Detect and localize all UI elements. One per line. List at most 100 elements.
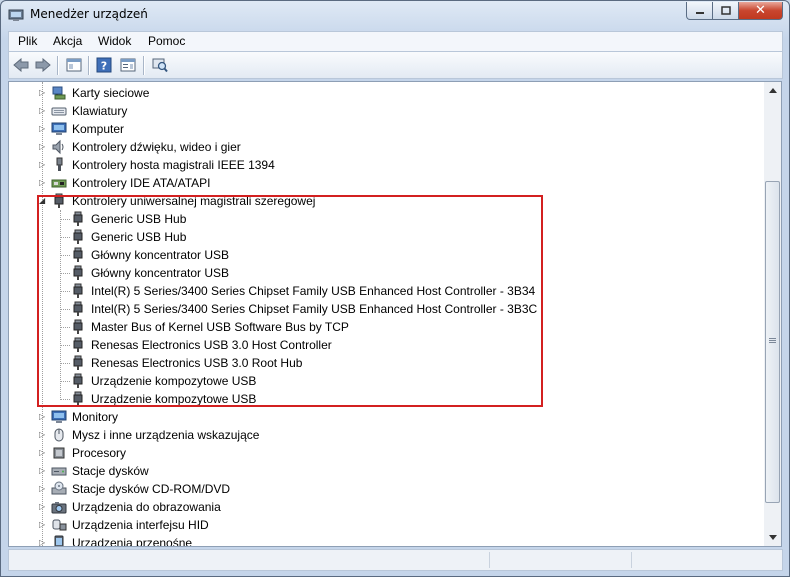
usb-plug-icon <box>73 355 83 370</box>
collapse-arrow-icon[interactable]: ◢ <box>39 197 46 205</box>
expand-arrow-icon[interactable]: ▷ <box>39 143 46 151</box>
title-bar[interactable]: Menedżer urządzeń ✕ <box>1 1 789 29</box>
tree-item-label: Kontrolery dźwięku, wideo i gier <box>72 140 241 154</box>
usb-plug-icon <box>73 373 83 388</box>
usb-device-item[interactable]: Urządzenie kompozytowe USB <box>9 372 769 390</box>
toolbar-separator <box>57 56 59 75</box>
usb-device-label: Generic USB Hub <box>91 230 187 244</box>
expand-arrow-icon[interactable]: ▷ <box>39 89 46 97</box>
usb-plug-icon <box>73 229 83 244</box>
tree-item-label: Kontrolery hosta magistrali IEEE 1394 <box>72 158 275 172</box>
tree-item-urzadzenia-hid[interactable]: ▷ Urządzenia interfejsu HID <box>9 516 769 534</box>
tree-connector-line <box>60 219 70 220</box>
expand-arrow-icon[interactable]: ▷ <box>39 521 46 529</box>
tree-item-komputer[interactable]: ▷ Komputer <box>9 120 769 138</box>
expand-arrow-icon[interactable]: ▷ <box>39 125 46 133</box>
tree-connector-line <box>60 381 70 382</box>
tree-item-stacje-cdrom[interactable]: ▷ Stacje dysków CD-ROM/DVD <box>9 480 769 498</box>
expand-arrow-icon[interactable]: ▷ <box>39 431 46 439</box>
usb-device-item[interactable]: Renesas Electronics USB 3.0 Root Hub <box>9 354 769 372</box>
tree-item-kontrolery-ide[interactable]: ▷ Kontrolery IDE ATA/ATAPI <box>9 174 769 192</box>
menu-akcja[interactable]: Akcja <box>53 34 82 48</box>
computer-icon <box>51 122 67 135</box>
device-tree[interactable]: ▷ Karty sieciowe ▷ Klawiatury ▷ Komputer… <box>8 81 771 547</box>
scrollbar-thumb[interactable] <box>765 181 780 503</box>
device-manager-app-icon <box>8 9 24 21</box>
show-hide-console-tree-button[interactable] <box>65 56 83 74</box>
usb-device-item[interactable]: Generic USB Hub <box>9 210 769 228</box>
tree-item-label: Stacje dysków <box>72 464 149 478</box>
expand-arrow-icon[interactable]: ▷ <box>39 503 46 511</box>
maximize-button[interactable] <box>713 2 739 20</box>
tree-item-label: Urządzenia do obrazowania <box>72 500 221 514</box>
usb-device-label: Generic USB Hub <box>91 212 187 226</box>
usb-device-item[interactable]: Master Bus of Kernel USB Software Bus by… <box>9 318 769 336</box>
menu-pomoc[interactable]: Pomoc <box>148 34 185 48</box>
camera-icon <box>51 502 67 514</box>
usb-plug-icon <box>73 337 83 352</box>
expand-arrow-icon[interactable]: ▷ <box>39 539 46 547</box>
tree-connector-line <box>60 327 70 328</box>
tree-connector-line <box>60 309 70 310</box>
forward-button[interactable] <box>34 56 52 74</box>
scroll-down-button[interactable] <box>764 529 781 546</box>
usb-device-item[interactable]: Główny koncentrator USB <box>9 246 769 264</box>
disk-drive-icon <box>51 467 67 476</box>
mouse-icon <box>54 428 64 442</box>
thumb-grip <box>769 340 776 341</box>
tree-item-stacje-dyskow[interactable]: ▷ Stacje dysków <box>9 462 769 480</box>
usb-device-item[interactable]: Urządzenie kompozytowe USB <box>9 390 769 408</box>
toolbar-separator <box>88 56 90 75</box>
scan-hardware-button[interactable] <box>151 56 169 74</box>
scroll-down-icon <box>768 535 777 540</box>
usb-device-item[interactable]: Generic USB Hub <box>9 228 769 246</box>
expand-arrow-icon[interactable]: ▷ <box>39 467 46 475</box>
properties-icon <box>120 58 136 72</box>
usb-device-item[interactable]: Intel(R) 5 Series/3400 Series Chipset Fa… <box>9 300 769 318</box>
tree-item-karty-sieciowe[interactable]: ▷ Karty sieciowe <box>9 84 769 102</box>
usb-device-label: Urządzenie kompozytowe USB <box>91 392 257 406</box>
usb-device-item[interactable]: Renesas Electronics USB 3.0 Host Control… <box>9 336 769 354</box>
expand-arrow-icon[interactable]: ▷ <box>39 449 46 457</box>
usb-device-label: Renesas Electronics USB 3.0 Host Control… <box>91 338 332 352</box>
expand-arrow-icon[interactable]: ▷ <box>39 107 46 115</box>
usb-device-label: Intel(R) 5 Series/3400 Series Chipset Fa… <box>91 302 538 316</box>
keyboard-icon <box>51 107 67 116</box>
device-manager-window: Menedżer urządzeń ✕ Plik Akcja Widok Pom… <box>0 0 790 577</box>
tree-item-mysz[interactable]: ▷ Mysz i inne urządzenia wskazujące <box>9 426 769 444</box>
vertical-scrollbar[interactable] <box>764 81 782 547</box>
tree-item-label: Kontrolery IDE ATA/ATAPI <box>72 176 211 190</box>
properties-button[interactable] <box>119 56 137 74</box>
usb-device-item[interactable]: Główny koncentrator USB <box>9 264 769 282</box>
tree-item-label: Klawiatury <box>72 104 128 118</box>
expand-arrow-icon[interactable]: ▷ <box>39 161 46 169</box>
usb-device-label: Główny koncentrator USB <box>91 248 230 262</box>
tree-item-procesory[interactable]: ▷ Procesory <box>9 444 769 462</box>
tree-item-label: Monitory <box>72 410 119 424</box>
help-button[interactable]: ? <box>95 56 113 74</box>
tree-item-monitory[interactable]: ▷ Monitory <box>9 408 769 426</box>
minimize-button[interactable] <box>686 2 713 20</box>
tree-item-kontrolery-usb[interactable]: ◢ Kontrolery uniwersalnej magistrali sze… <box>9 192 769 210</box>
tree-item-urzadzenia-obrazowania[interactable]: ▷ Urządzenia do obrazowania <box>9 498 769 516</box>
expand-arrow-icon[interactable]: ▷ <box>39 485 46 493</box>
expand-arrow-icon[interactable]: ▷ <box>39 413 46 421</box>
scroll-up-button[interactable] <box>764 82 781 99</box>
close-button[interactable]: ✕ <box>739 2 783 20</box>
menu-plik[interactable]: Plik <box>18 34 37 48</box>
tree-item-urzadzenia-przenosne[interactable]: ▷ Urządzenia przenośne <box>9 534 769 547</box>
tree-connector-line <box>60 255 70 256</box>
tree-item-kontrolery-ieee1394[interactable]: ▷ Kontrolery hosta magistrali IEEE 1394 <box>9 156 769 174</box>
tree-connector-line <box>60 345 70 346</box>
expand-arrow-icon[interactable]: ▷ <box>39 179 46 187</box>
speaker-icon <box>52 139 64 155</box>
maximize-icon <box>720 5 731 15</box>
back-button[interactable] <box>12 56 30 74</box>
menu-widok[interactable]: Widok <box>98 34 131 48</box>
tree-item-klawiatury[interactable]: ▷ Klawiatury <box>9 102 769 120</box>
thumb-grip <box>769 342 776 343</box>
forward-arrow-icon <box>35 58 51 72</box>
tree-item-kontrolery-dzwieku[interactable]: ▷ Kontrolery dźwięku, wideo i gier <box>9 138 769 156</box>
usb-plug-icon <box>73 211 83 226</box>
usb-device-item[interactable]: Intel(R) 5 Series/3400 Series Chipset Fa… <box>9 282 769 300</box>
